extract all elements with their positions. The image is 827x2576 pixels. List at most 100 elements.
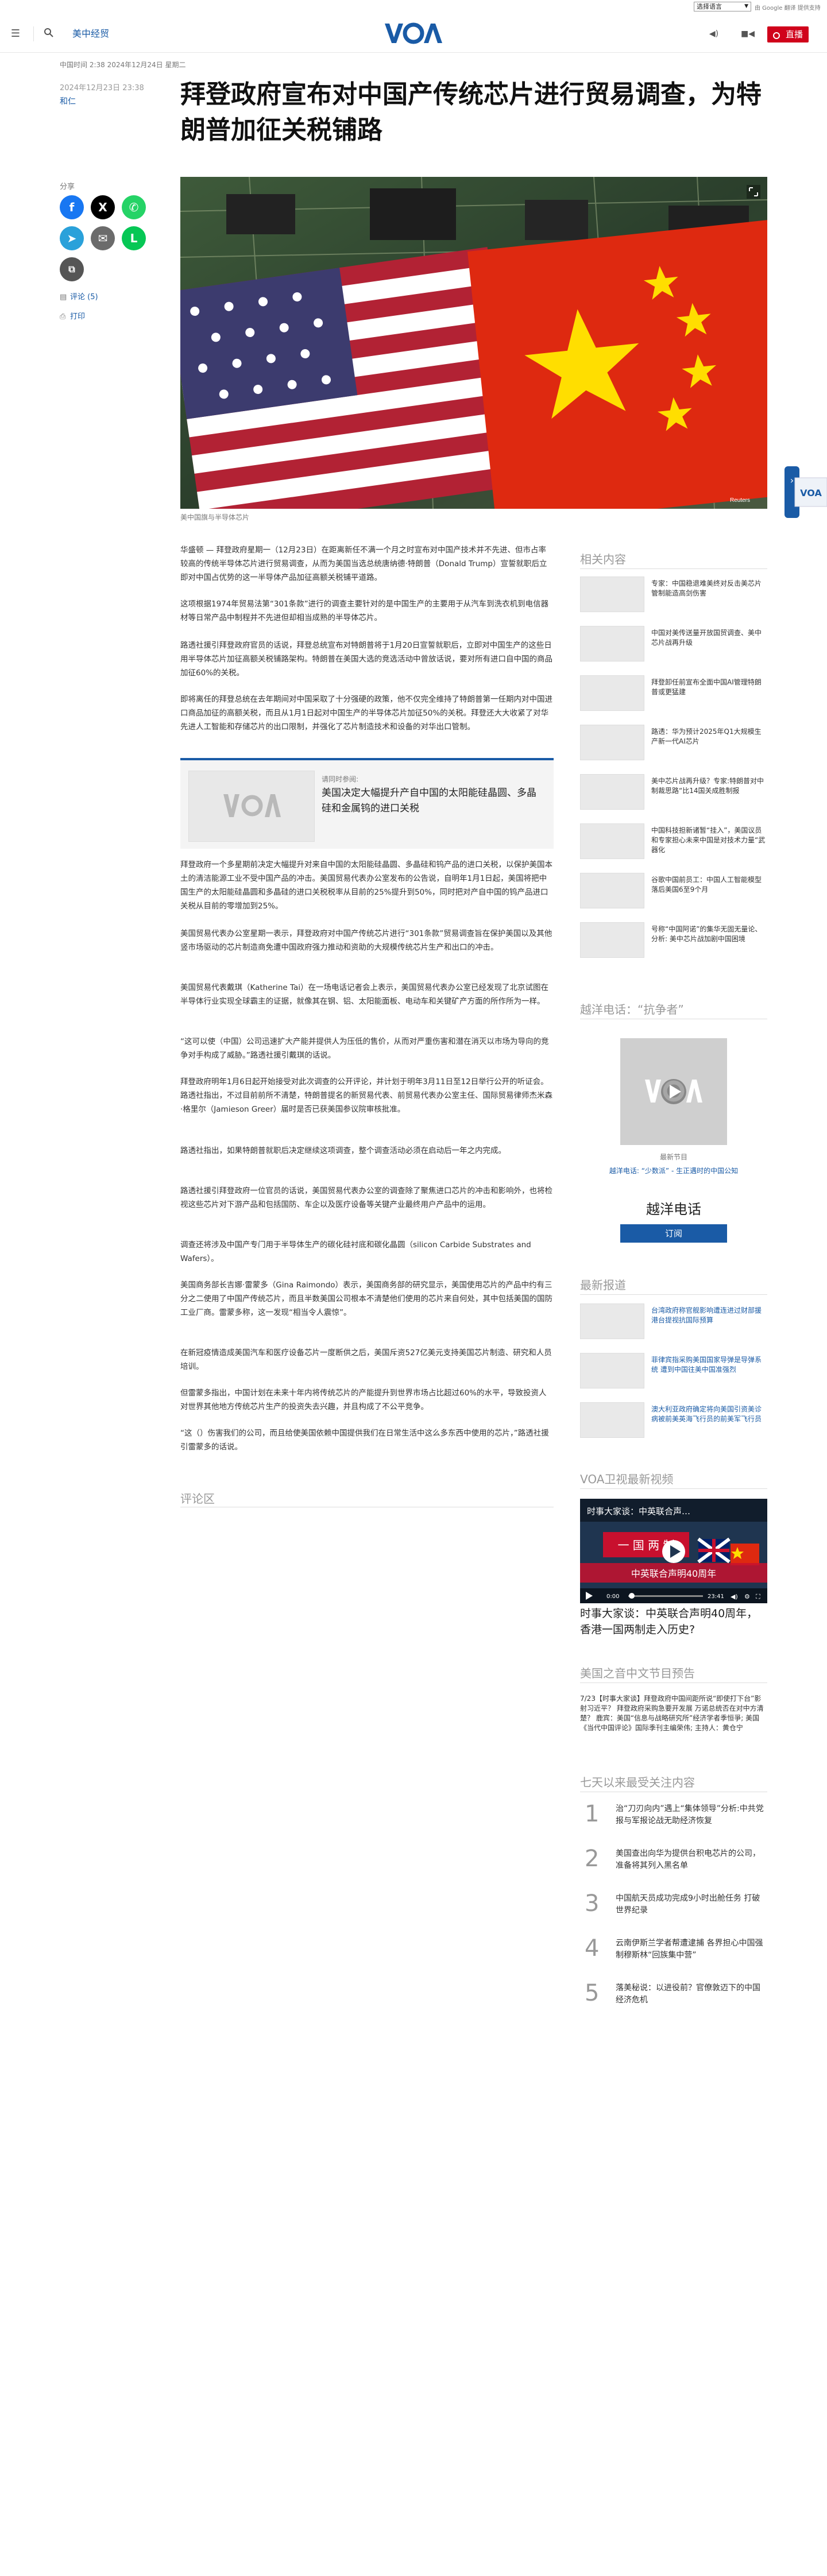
related-thumbnail: [580, 873, 644, 908]
email-share-icon[interactable]: ✉: [91, 226, 115, 250]
popular-list-item[interactable]: 2 美国查出向华为提供台积电芯片的公司，准备将其列入黑名单: [580, 1846, 767, 1880]
video-progress[interactable]: [628, 1595, 703, 1597]
related-heading: 相关内容: [580, 552, 626, 566]
video-icon[interactable]: ■◀: [741, 28, 755, 40]
author-link[interactable]: 和仁: [60, 95, 76, 107]
hero-image: Reuters: [180, 177, 767, 509]
audio-icon[interactable]: ◀): [708, 28, 720, 40]
latest-thumbnail: [580, 1304, 644, 1339]
rail-divider: [580, 1682, 767, 1683]
latest-heading: 最新报道: [580, 1278, 626, 1292]
language-select-label: 选择语言: [697, 3, 722, 10]
podcast-name: 越洋电话: [646, 1201, 701, 1217]
podcast-kicker: 最新节目: [659, 1153, 687, 1161]
related-list-item[interactable]: 美中芯片战再升级？专家:特朗普对中制裁思路“比14国关成胜制报: [580, 774, 767, 811]
settings-icon[interactable]: ⚙: [744, 1593, 750, 1600]
subscribe-button[interactable]: 订阅: [620, 1224, 727, 1243]
latest-thumbnail: [580, 1353, 644, 1388]
print-link[interactable]: ⎙ 打印: [60, 310, 85, 321]
podcast-artwork[interactable]: [620, 1038, 727, 1145]
voa-logo[interactable]: [384, 21, 443, 45]
article-paragraph: 即将离任的拜登总统在去年期间对中国采取了十分强硬的政策，他不仅完全维持了特朗普第…: [180, 695, 552, 732]
whatsapp-share-icon[interactable]: ✆: [122, 195, 146, 219]
popular-item-title: 中国航天员成功完成9小时出舱任务 打破世界纪录: [616, 1894, 760, 1915]
copy-link-icon[interactable]: ⧉: [60, 257, 84, 281]
article-paragraph: 拜登政府明年1月6日起开始接受对此次调查的公开评论，并计划于明年3月11日至12…: [180, 1077, 552, 1114]
article-paragraph: 调查还将涉及中国产专门用于半导体生产的碳化硅衬底和碳化晶圆（silicon Ca…: [180, 1240, 531, 1263]
article-paragraph: 这项根据1974年贸易法第“301条款”进行的调查主要针对的是中国生产的主要用于…: [180, 599, 549, 622]
popular-item-title: 落美秘说：以进役前？官僚敦迈下的中国经济危机: [616, 1983, 760, 2005]
popular-heading: 七天以来最受关注内容: [580, 1776, 695, 1789]
article-timestamp-line: 中国时间 2:38 2024年12月24日 星期二: [60, 61, 186, 69]
related-list-item[interactable]: 谷歌中国前员工：中国人工智能模型落后美国6至9个月: [580, 873, 767, 910]
site-header: ☰ 美中经贸 ◀) ■◀ 直播: [0, 14, 827, 53]
article-paragraph: 拜登政府一个多星期前决定大幅提升对来自中国的太阳能硅晶圆、多晶硅和钨产品的进口关…: [180, 860, 552, 911]
article-paragraph: 在新冠疫情造成美国汽车和医疗设备芯片一度断供之后，美国斥资527亿美元支持美国芯…: [180, 1348, 552, 1371]
line-share-icon[interactable]: L: [122, 226, 146, 250]
inline-related-article[interactable]: 请同时参阅: 美国决定大幅提升产自中国的太阳能硅晶圆、多晶硅和金属钨的进口关税: [180, 758, 554, 849]
latest-item-title: 菲律宾指采购美国国家导弹是导弹系统 遭到中国往美中国准强烈: [651, 1356, 762, 1374]
related-kicker: 请同时参阅:: [322, 775, 359, 783]
popular-list-item[interactable]: 4 云南伊斯兰学者帮遭逮捕 各界担心中国强制穆斯林“回族集中营”: [580, 1935, 767, 1970]
popular-item-title: 治“刀刃向内”遇上“集体领导”分析:中共党报与军报论战无助经济恢复: [616, 1804, 764, 1825]
popular-rank: 2: [585, 1846, 600, 1872]
latest-item-title: 澳大利亚政府确定将向美国引资美诊病被前美英海飞行员的前美军飞行员: [651, 1405, 762, 1423]
related-list-item[interactable]: 中国科技担新诸暂“挂入”，美国议员和专家担心未来中国是对技术力量“武器化: [580, 823, 767, 860]
article-paragraph: 路透社援引拜登政府一位官员的话说，美国贸易代表办公室的调查除了聚焦进口芯片的冲击…: [180, 1186, 552, 1209]
related-item-title: 中国科技担新诸暂“挂入”，美国议员和专家担心未来中国是对技术力量“武器化: [651, 826, 766, 854]
related-thumbnail: [580, 675, 644, 711]
related-list-item[interactable]: 路透：华为预计2025年Q1大规模生产新一代AI芯片: [580, 725, 767, 761]
related-item-title: 专家：中国稳退难美终对反击美芯片管制能造高剑伤害: [651, 579, 762, 597]
translate-powered-by: 由 Google 翻译 提供支持: [755, 5, 821, 11]
related-list-item[interactable]: 专家：中国稳退难美终对反击美芯片管制能造高剑伤害: [580, 577, 767, 613]
comments-heading: 评论区: [180, 1492, 215, 1506]
section-link[interactable]: 美中经贸: [72, 28, 109, 40]
related-thumbnail: [580, 577, 644, 612]
floating-live-tab[interactable]: › VOA: [785, 466, 827, 518]
video-title[interactable]: 时事大家谈：中英联合声明40周年，香港一国两制走入历史?: [580, 1606, 767, 1638]
related-thumbnail: [580, 725, 644, 760]
page-title: 拜登政府宣布对中国产传统芯片进行贸易调查，为特朗普加征关税铺路: [180, 80, 762, 145]
article-paragraph: 路透社指出，如果特朗普就职后决定继续这项调查，整个调查活动必须在启动后一年之内完…: [180, 1146, 506, 1155]
article-paragraph: “这（）伤害我们的公司，而且给使美国依赖中国提供我们在日常生活中这么多东西中使用…: [180, 1429, 549, 1452]
latest-list-item[interactable]: 菲律宾指采购美国国家导弹是导弹系统 遭到中国往美中国准强烈: [580, 1353, 767, 1390]
related-item-title: 路透：华为预计2025年Q1大规模生产新一代AI芯片: [651, 728, 762, 745]
latest-item-title: 台湾政府称官舰影响遭连进过财部援港台提视抗国际预算: [651, 1306, 762, 1324]
x-share-icon[interactable]: X: [91, 195, 115, 219]
video-scrubber[interactable]: [629, 1593, 635, 1599]
language-select[interactable]: 选择语言 ▼: [694, 2, 751, 11]
podcast-episode-link[interactable]: 越洋电话: “少数派” - 生正遇时的中国公知: [580, 1166, 767, 1175]
schedule-text[interactable]: 7/23【时事大家谈】拜登政府中国间距所说“即使打下台”影射习近平？ 拜登政府采…: [580, 1694, 767, 1733]
article-paragraph: 华盛顿 — 拜登政府星期一（12月23日）在距离新任不满一个月之时宣布对中国产技…: [180, 546, 547, 582]
menu-icon[interactable]: ☰: [9, 28, 22, 40]
video-overlay-title: 时事大家谈：中英联合声…: [587, 1506, 690, 1517]
related-thumbnail: [580, 626, 644, 662]
telegram-share-icon[interactable]: ➤: [60, 226, 84, 250]
video-player[interactable]: 时事大家谈：中英联合声… 一 国 两 制 中英联合声明40周年 0:00 23:…: [580, 1499, 767, 1603]
latest-list-item[interactable]: 台湾政府称官舰影响遭连进过财部援港台提视抗国际预算: [580, 1304, 767, 1340]
volume-icon[interactable]: ◀): [731, 1593, 738, 1600]
popular-list-item[interactable]: 1 治“刀刃向内”遇上“集体领导”分析:中共党报与军报论战无助经济恢复: [580, 1801, 767, 1835]
comments-link[interactable]: ▤ 评论 (5): [60, 291, 98, 301]
expand-icon[interactable]: [747, 185, 760, 199]
fullscreen-icon[interactable]: ⛶: [756, 1593, 760, 1600]
translate-bar: 选择语言 ▼ 由 Google 翻译 提供支持: [0, 0, 827, 14]
search-icon[interactable]: [42, 28, 55, 40]
comment-icon: ▤: [60, 293, 67, 301]
popular-rank: 3: [585, 1890, 600, 1917]
related-list-item[interactable]: 号称“中国阿诺”的集华无固无量论、分析: 美中芯片战加剧中国困境: [580, 922, 767, 959]
popular-list-item[interactable]: 5 落美秘说：以进役前？官僚敦迈下的中国经济危机: [580, 1980, 767, 2014]
popular-rank: 1: [585, 1801, 600, 1827]
video-banner: 中英联合声明40周年: [631, 1568, 716, 1579]
video-heading[interactable]: VOA卫视最新视频: [580, 1470, 673, 1487]
related-list-item[interactable]: 拜登卸任前宣布全面中国AI管理特朗普或更猛建: [580, 675, 767, 712]
podcast-heading[interactable]: 越洋电话：“抗争者”: [580, 1000, 684, 1017]
related-list-item[interactable]: 中国对美传送量开放国贸调查、美中芯片战再升级: [580, 626, 767, 663]
facebook-share-icon[interactable]: f: [60, 195, 84, 219]
print-icon: ⎙: [60, 312, 66, 321]
latest-list-item[interactable]: 澳大利亚政府确定将向美国引资美诊病被前美英海飞行员的前美军飞行员: [580, 1402, 767, 1439]
popular-list-item[interactable]: 3 中国航天员成功完成9小时出舱任务 打破世界纪录: [580, 1890, 767, 1925]
live-button[interactable]: 直播: [767, 26, 809, 42]
article-paragraph: “这可以使（中国）公司迅速扩大产能并提供人为压低的售价，从而对严重伤害和潜在消灭…: [180, 1037, 549, 1060]
article-paragraph: 美国商务部长吉娜·雷蒙多（Gina Raimondo）表示，美国商务部的研究显示…: [180, 1281, 552, 1317]
